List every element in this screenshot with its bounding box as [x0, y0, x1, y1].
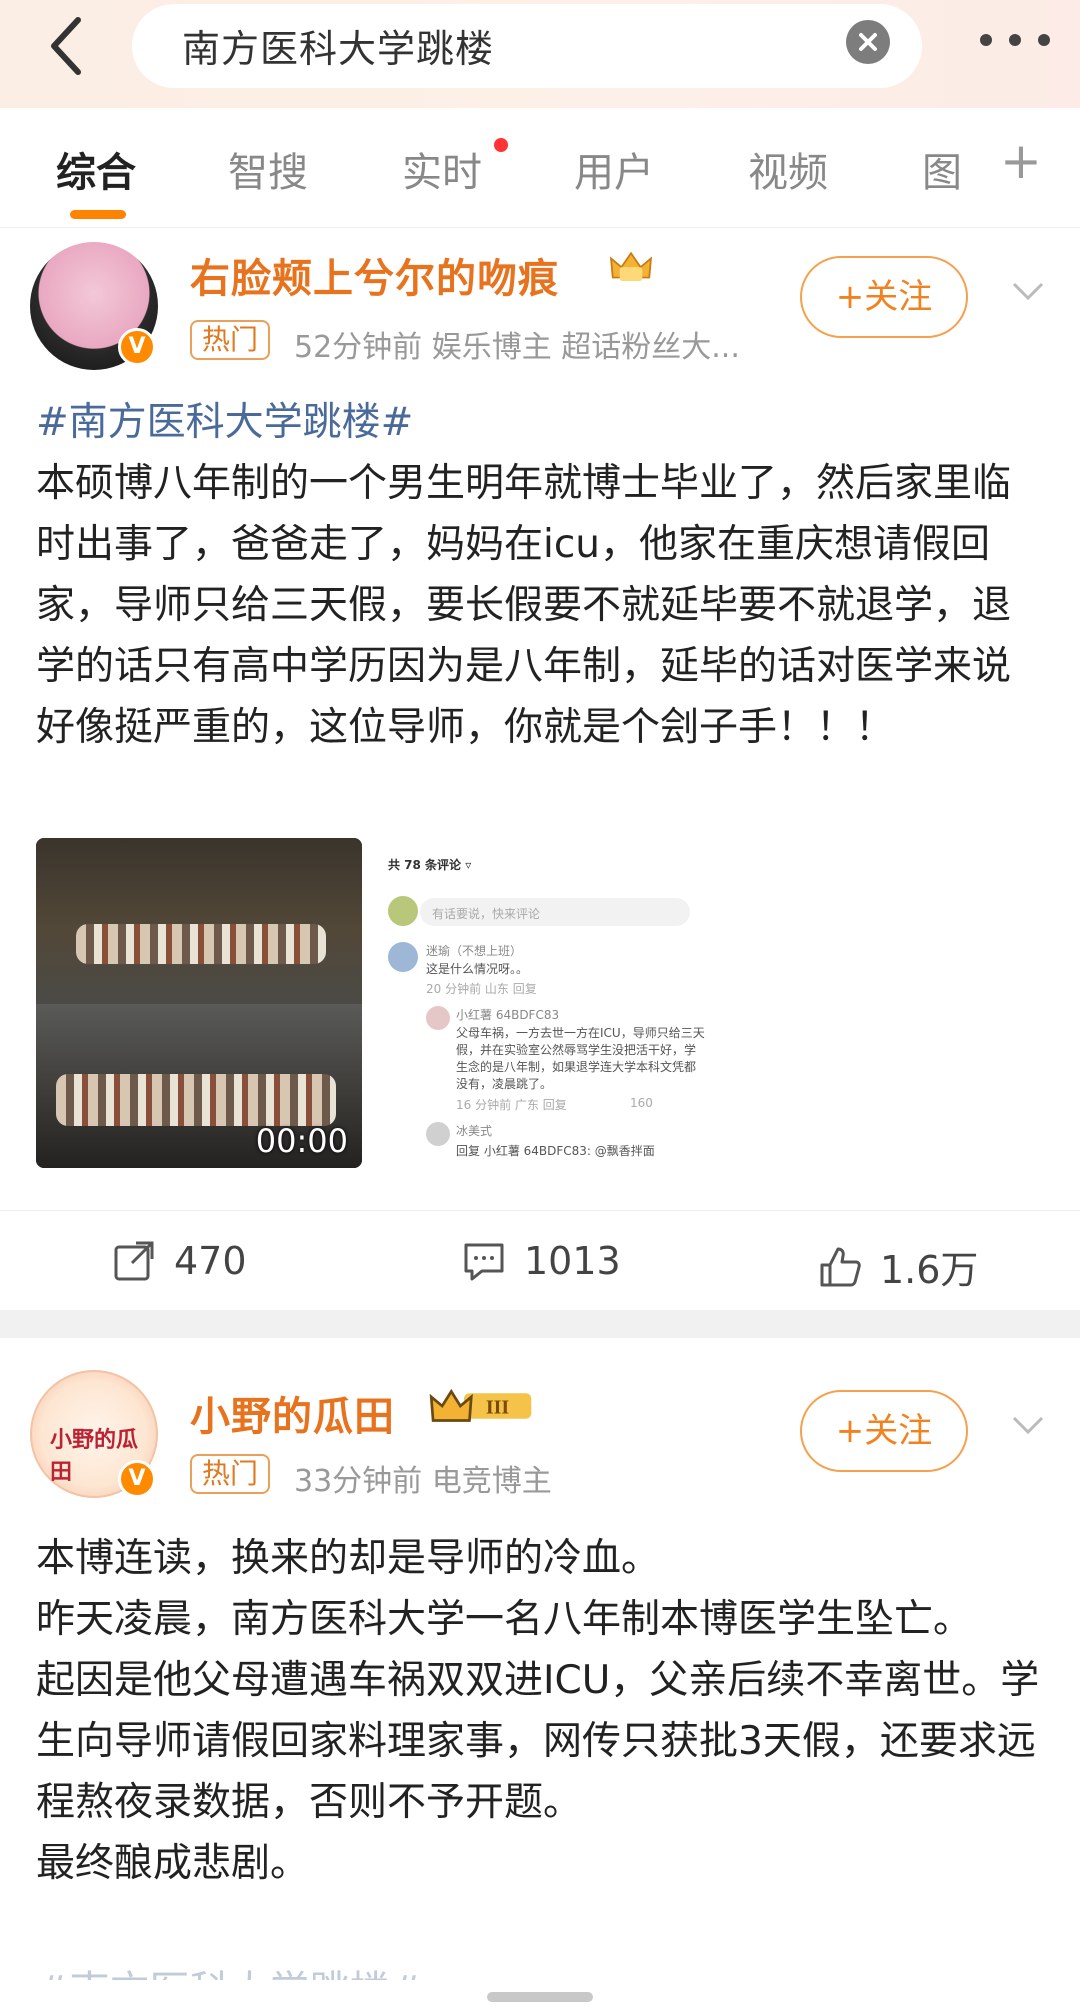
home-indicator[interactable] — [487, 1992, 593, 2002]
avatar — [388, 896, 418, 926]
comment-meta: 16 分钟前 广东 回复 — [456, 1098, 567, 1112]
post-actions: 470 1013 1.6万 — [0, 1210, 1080, 1310]
hashtag-link[interactable]: #南方医科大学跳楼# — [36, 400, 413, 445]
video-thumbnail[interactable]: 00:00 — [36, 838, 362, 1168]
post-card: V 右脸颊上兮尔的吻痕 热门 52分钟前 娱乐博主 超话粉丝大... +关注 #… — [0, 228, 1080, 1310]
repost-button[interactable]: 470 — [112, 1239, 247, 1283]
more-options-button[interactable] — [980, 28, 1050, 52]
comment-text: 没有，凌晨跳了。 — [456, 1077, 553, 1091]
chevron-down-icon[interactable] — [1008, 1404, 1048, 1444]
like-button[interactable]: 1.6万 — [818, 1239, 978, 1294]
comment-likes: 160 — [630, 1096, 653, 1110]
active-tab-indicator — [70, 210, 126, 219]
repost-count: 470 — [174, 1239, 247, 1283]
notification-dot — [494, 138, 508, 152]
flowers-image — [56, 1074, 336, 1126]
comment-text: 假，并在实验室公然辱骂学生没把活干好，学 — [456, 1043, 697, 1057]
verified-badge-icon: V — [118, 328, 156, 366]
search-header: 南方医科大学跳楼 — [0, 0, 1080, 108]
dot-icon — [1009, 34, 1021, 46]
post-body: #南方医科大学跳楼# 本硕博八年制的一个男生明年就博士毕业了，然后家里临时出事了… — [36, 392, 1048, 758]
screenshot-input: 有话要说，快来评论 — [420, 898, 690, 926]
screenshot-placeholder: 有话要说，快来评论 — [432, 907, 541, 921]
screenshot-header: 共 78 条评论 ▿ — [388, 858, 472, 872]
comment-text: 生念的是八年制，如果退学连大学本科文凭都 — [456, 1060, 697, 1074]
post-body: 本博连读，换来的却是导师的冷血。 昨天凌晨，南方医科大学一名八年制本博医学生坠亡… — [36, 1528, 1048, 1894]
tab-images[interactable]: 图 — [922, 140, 962, 198]
post-text-line: 起因是他父母遭遇车祸双双进ICU，父亲后续不幸离世。学生向导师请假回家料理家事，… — [36, 1658, 1040, 1825]
post-meta: 33分钟前 电竞博主 — [294, 1464, 552, 1499]
tab-users[interactable]: 用户 — [574, 140, 654, 198]
back-button[interactable] — [38, 8, 98, 78]
post-text-line: 本博连读，换来的却是导师的冷血。 — [36, 1536, 661, 1581]
hot-tag: 热门 — [190, 320, 271, 360]
comment-text: 这是什么情况呀。。 — [426, 962, 529, 976]
hot-tag: 热门 — [190, 1454, 271, 1494]
username[interactable]: 小野的瓜田 — [190, 1384, 395, 1442]
video-duration: 00:00 — [255, 1122, 348, 1160]
username[interactable]: 右脸颊上兮尔的吻痕 — [190, 246, 559, 304]
chevron-left-icon — [51, 17, 81, 75]
post-text-line: 最终酿成悲剧。 — [36, 1841, 310, 1886]
comment-author: 冰美式 — [456, 1124, 493, 1138]
post-meta: 52分钟前 娱乐博主 超话粉丝大... — [294, 330, 740, 365]
follow-button[interactable]: +关注 — [800, 1390, 968, 1472]
comment-author: 迷瑜（不想上班） — [426, 944, 523, 958]
post-separator — [0, 1310, 1080, 1338]
clear-search-button[interactable] — [846, 20, 890, 64]
tab-realtime[interactable]: 实时 — [402, 140, 482, 198]
comment-text: 回复 小红薯 64BDFC83: @飘香拌面 — [456, 1144, 655, 1158]
close-icon — [859, 33, 877, 51]
memorial-photo-top — [36, 838, 362, 1004]
crown-level-badge-icon: III — [429, 1388, 532, 1422]
comment-author: 小红薯 64BDFC83 — [456, 1008, 560, 1022]
avatar — [426, 1006, 450, 1030]
search-input[interactable]: 南方医科大学跳楼 — [132, 4, 922, 88]
flowers-image — [76, 924, 326, 964]
avatar — [388, 942, 418, 972]
comment-screenshot-image[interactable]: 共 78 条评论 ▿ 有话要说，快来评论 迷瑜（不想上班） 这是什么情况呀。。 … — [380, 838, 710, 1168]
crown-badge-icon — [609, 251, 653, 282]
post-text-line: 昨天凌晨，南方医科大学一名八年制本博医学生坠亡。 — [36, 1597, 973, 1642]
comment-text: 父母车祸，一方去世一方在ICU，导师只给三天 — [456, 1026, 705, 1040]
chevron-down-icon[interactable] — [1008, 270, 1048, 310]
comment-button[interactable]: 1013 — [462, 1239, 621, 1283]
repost-icon — [114, 1241, 154, 1281]
add-tab-button[interactable]: + — [1000, 136, 1042, 186]
tab-video[interactable]: 视频 — [748, 140, 828, 198]
dot-icon — [1038, 34, 1050, 46]
thumbs-up-icon — [820, 1247, 861, 1286]
svg-text:III: III — [486, 1396, 510, 1418]
like-count: 1.6万 — [880, 1248, 979, 1292]
post-text: 本硕博八年制的一个男生明年就博士毕业了，然后家里临时出事了，爸爸走了，妈妈在ic… — [36, 461, 1012, 750]
avatar — [426, 1122, 450, 1146]
verified-badge-icon: V — [118, 1460, 156, 1498]
comment-icon — [464, 1243, 504, 1281]
tab-smart-search[interactable]: 智搜 — [228, 140, 308, 198]
comment-meta: 20 分钟前 山东 回复 — [426, 982, 537, 996]
post-card: 小野的瓜田 V 小野的瓜田 III 热门 33分钟前 电竞博主 +关注 本博连读… — [0, 1338, 1080, 1980]
search-query: 南方医科大学跳楼 — [182, 27, 495, 71]
tab-comprehensive[interactable]: 综合 — [56, 140, 136, 198]
search-tabs: 综合 智搜 实时 用户 视频 图 + — [0, 108, 1080, 228]
follow-button[interactable]: +关注 — [800, 256, 968, 338]
dot-icon — [980, 34, 992, 46]
comment-count: 1013 — [524, 1239, 621, 1283]
